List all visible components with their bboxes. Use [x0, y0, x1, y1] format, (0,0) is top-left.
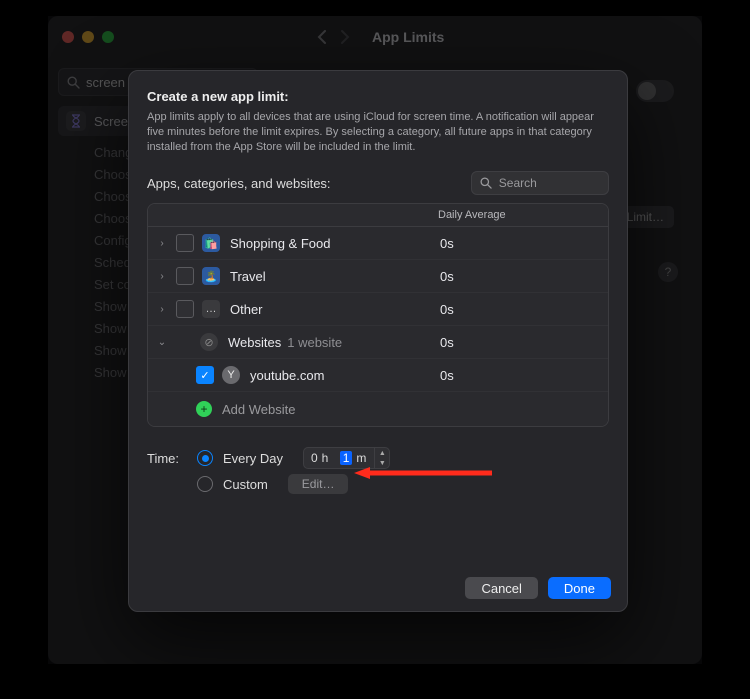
table-row[interactable]: › 🛍️ Shopping & Food 0s: [148, 227, 608, 259]
radio-custom[interactable]: [197, 476, 213, 492]
row-label: youtube.com: [250, 368, 324, 383]
cancel-button[interactable]: Cancel: [465, 577, 537, 599]
row-label: Other: [230, 302, 263, 317]
radio-every-day[interactable]: [197, 450, 213, 466]
hours-value: 0: [311, 451, 318, 465]
row-label: Travel: [230, 269, 266, 284]
row-sublabel: 1 website: [287, 335, 342, 350]
websites-icon: ⊘: [200, 333, 218, 351]
stepper-down-icon[interactable]: ▼: [375, 458, 389, 468]
row-avg: 0s: [440, 302, 608, 317]
every-day-label: Every Day: [223, 451, 283, 466]
row-checkbox[interactable]: ✓: [196, 366, 214, 384]
modal-description: App limits apply to all devices that are…: [147, 110, 609, 155]
table-header: Daily Average: [148, 204, 608, 227]
row-label: Shopping & Food: [230, 236, 330, 251]
table-row[interactable]: ⌄ ⊘ Websites 1 website 0s: [148, 325, 608, 358]
row-checkbox[interactable]: [176, 300, 194, 318]
time-label: Time:: [147, 451, 187, 466]
search-icon: [480, 177, 493, 190]
modal-title: Create a new app limit:: [147, 89, 609, 104]
shopping-icon: 🛍️: [202, 234, 220, 252]
minutes-value[interactable]: 1: [340, 451, 353, 465]
edit-button[interactable]: Edit…: [288, 474, 349, 494]
col-daily-average: Daily Average: [438, 204, 608, 226]
table-row[interactable]: › … Other 0s: [148, 292, 608, 325]
table-row[interactable]: ✓ Y youtube.com 0s: [148, 358, 608, 391]
plus-icon: +: [196, 401, 212, 417]
modal-search-input[interactable]: Search: [471, 171, 609, 195]
custom-label: Custom: [223, 477, 268, 492]
row-checkbox[interactable]: [176, 234, 194, 252]
travel-icon: 🏝️: [202, 267, 220, 285]
chevron-down-icon[interactable]: ⌄: [148, 337, 176, 348]
time-section: Time: Every Day 0 h 1 m ▲ ▼: [147, 445, 609, 497]
modal-footer: Cancel Done: [465, 577, 611, 599]
table-row[interactable]: › 🏝️ Travel 0s: [148, 259, 608, 292]
done-button[interactable]: Done: [548, 577, 611, 599]
row-avg: 0s: [440, 368, 608, 383]
new-app-limit-modal: Create a new app limit: App limits apply…: [128, 70, 628, 612]
other-icon: …: [202, 300, 220, 318]
add-website-row[interactable]: + Add Website: [148, 391, 608, 426]
chevron-right-icon[interactable]: ›: [148, 304, 176, 315]
modal-search-placeholder: Search: [499, 176, 537, 190]
row-label: Websites: [228, 335, 281, 350]
chevron-right-icon[interactable]: ›: [148, 271, 176, 282]
acw-label: Apps, categories, and websites:: [147, 176, 331, 191]
add-website-label: Add Website: [222, 402, 295, 417]
row-avg: 0s: [440, 269, 608, 284]
time-stepper[interactable]: 0 h 1 m ▲ ▼: [303, 447, 390, 469]
stepper-up-icon[interactable]: ▲: [375, 448, 389, 458]
chevron-right-icon[interactable]: ›: [148, 238, 176, 249]
minutes-unit: m: [356, 451, 366, 465]
row-checkbox[interactable]: [176, 267, 194, 285]
site-favicon: Y: [222, 366, 240, 384]
category-table: Daily Average › 🛍️ Shopping & Food 0s › …: [147, 203, 609, 427]
row-avg: 0s: [440, 236, 608, 251]
stepper-buttons: ▲ ▼: [374, 448, 389, 468]
row-avg: 0s: [440, 335, 608, 350]
hours-unit: h: [322, 451, 329, 465]
